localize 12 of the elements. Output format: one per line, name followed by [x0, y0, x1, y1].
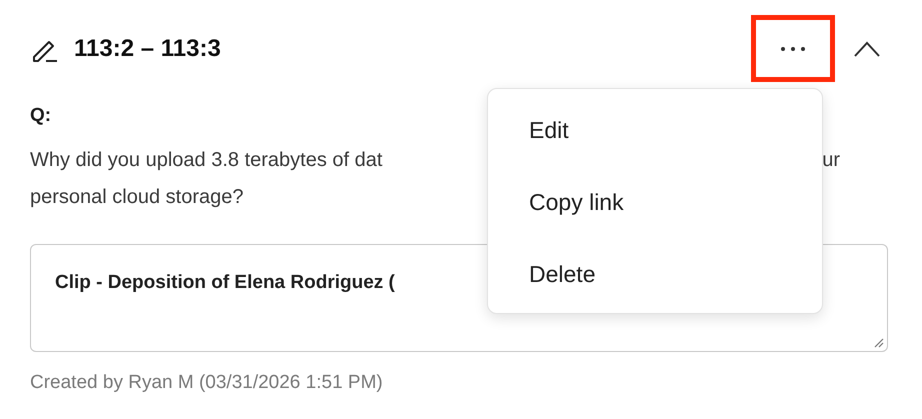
resize-grip-icon[interactable]	[872, 336, 884, 348]
more-button[interactable]	[751, 15, 835, 82]
question-text: ur	[822, 148, 840, 173]
more-icon	[780, 46, 806, 52]
question-label: Q:	[30, 104, 52, 128]
menu-item[interactable]: Edit	[488, 94, 822, 166]
question-text: personal cloud storage?	[30, 185, 244, 210]
section-title: 113:2 – 113:3	[74, 34, 221, 62]
created-by-text: Created by Ryan M (03/31/2026 1:51 PM)	[30, 371, 384, 395]
menu-item[interactable]: Copy link	[488, 166, 822, 238]
chevron-icon[interactable]	[854, 40, 880, 56]
question-text: Why did you upload 3.8 terabytes of dat	[30, 148, 382, 173]
